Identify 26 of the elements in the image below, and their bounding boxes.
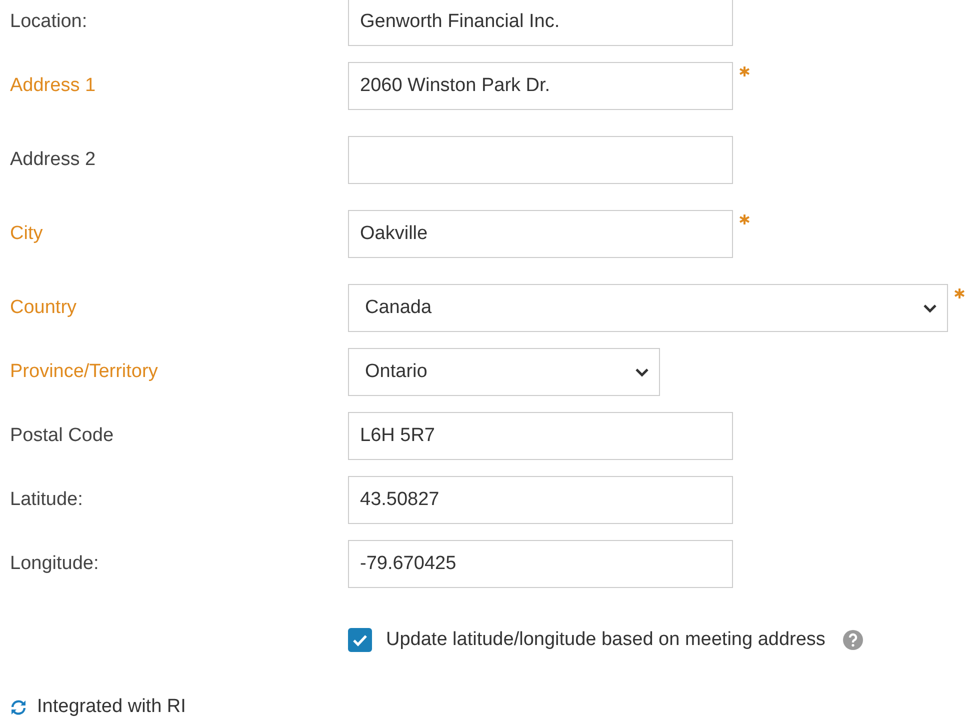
text-field[interactable]: Oakville bbox=[348, 210, 733, 258]
field-label: Longitude: bbox=[10, 553, 100, 575]
field-label: City bbox=[10, 223, 44, 245]
field-label: Address 1 bbox=[10, 75, 97, 97]
checkbox-label: Update latitude/longitude based on meeting address bbox=[386, 629, 826, 651]
field-label: Latitude: bbox=[10, 489, 84, 511]
text-field[interactable]: -79.670425 bbox=[348, 540, 733, 588]
field-label: Province/Territory bbox=[10, 361, 159, 383]
field-label: Location: bbox=[10, 11, 88, 33]
integration-status: Integrated with RI bbox=[37, 696, 186, 718]
checkbox[interactable] bbox=[348, 628, 372, 652]
field-label: Postal Code bbox=[10, 425, 115, 447]
chevron-down-icon bbox=[635, 368, 649, 376]
text-field[interactable]: 2060 Winston Park Dr. bbox=[348, 62, 733, 110]
text-field[interactable]: 43.50827 bbox=[348, 476, 733, 524]
text-field[interactable]: L6H 5R7 bbox=[348, 412, 733, 460]
check-icon bbox=[352, 634, 368, 646]
field-label: Address 2 bbox=[10, 149, 97, 171]
dropdown-field[interactable]: Canada bbox=[348, 284, 948, 332]
help-icon[interactable] bbox=[843, 630, 864, 650]
text-field[interactable]: Genworth Financial Inc. bbox=[348, 0, 733, 46]
text-field[interactable] bbox=[348, 136, 733, 184]
chevron-down-icon bbox=[923, 304, 937, 312]
dropdown-field[interactable]: Ontario bbox=[348, 348, 660, 396]
sync-icon bbox=[10, 698, 27, 716]
field-label: Country bbox=[10, 297, 78, 319]
